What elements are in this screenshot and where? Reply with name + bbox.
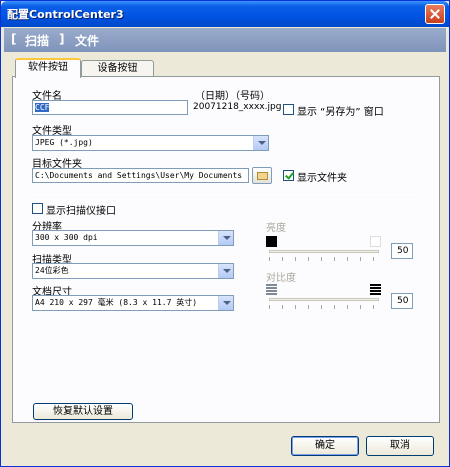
document-size-select[interactable]: A4 210 x 297 毫米 (8.3 x 11.7 英寸): [32, 295, 234, 311]
brightness-value: 50: [397, 246, 409, 256]
banner-bracket-close: ]: [59, 32, 65, 46]
show-save-as-checkbox[interactable]: [283, 104, 294, 115]
scan-type-value: 24位彩色: [35, 266, 69, 275]
tab-device-button[interactable]: 设备按钮: [81, 60, 154, 77]
dark-swatch-icon: [266, 236, 277, 247]
folder-icon: [257, 172, 268, 180]
tab-software-button[interactable]: 软件按钮: [15, 58, 81, 78]
tab-panel: 文件名 CCF （日期）（号码） 20071218_xxxx.jpg 显示 “另…: [12, 76, 440, 423]
chevron-down-icon[interactable]: [218, 296, 233, 310]
show-folder-checkbox[interactable]: [283, 170, 294, 181]
resolution-value: 300 x 300 dpi: [35, 233, 98, 242]
cancel-button[interactable]: 取消: [366, 436, 434, 456]
show-save-as-label[interactable]: 显示 “另存为” 窗口: [297, 103, 384, 118]
browse-folder-button[interactable]: [252, 167, 272, 184]
file-type-select[interactable]: JPEG (*.jpg): [32, 135, 269, 151]
window-title: 配置ControlCenter3: [7, 8, 124, 21]
dest-folder-value: C:\Documents and Settings\User\My Docume…: [35, 171, 243, 180]
document-size-value: A4 210 x 297 毫米 (8.3 x 11.7 英寸): [35, 298, 198, 307]
contrast-ticks: [269, 305, 379, 309]
restore-defaults-button[interactable]: 恢复默认设置: [33, 403, 133, 420]
show-folder-label[interactable]: 显示文件夹: [297, 169, 347, 184]
low-contrast-icon: [266, 284, 277, 295]
contrast-slider[interactable]: [269, 298, 379, 301]
title-bar[interactable]: 配置ControlCenter3: [1, 1, 449, 27]
scan-type-select[interactable]: 24位彩色: [32, 263, 234, 279]
brightness-label: 亮度: [266, 223, 286, 234]
file-name-value: CCF: [35, 103, 50, 112]
contrast-value-box[interactable]: 50: [391, 293, 413, 309]
close-icon[interactable]: [425, 4, 445, 24]
chevron-down-icon[interactable]: [218, 231, 233, 245]
banner-section: 扫描: [25, 34, 50, 48]
dest-folder-input[interactable]: C:\Documents and Settings\User\My Docume…: [32, 168, 249, 183]
section-banner: [ 扫描 ] 文件: [4, 28, 446, 52]
show-scanner-interface-checkbox[interactable]: [32, 203, 43, 214]
file-name-input[interactable]: CCF: [32, 100, 188, 115]
dialog-window: 配置ControlCenter3 [ 扫描 ] 文件 软件按钮 设备按钮 文件名…: [0, 0, 450, 467]
resolution-select[interactable]: 300 x 300 dpi: [32, 230, 234, 246]
high-contrast-icon: [370, 284, 381, 295]
chevron-down-icon[interactable]: [218, 264, 233, 278]
show-scanner-interface-label[interactable]: 显示扫描仪接口: [46, 202, 116, 217]
contrast-label: 对比度: [266, 273, 296, 284]
banner-bracket-open: [: [11, 32, 17, 46]
file-type-value: JPEG (*.jpg): [35, 138, 93, 147]
date-number-label: （日期）（号码）: [195, 91, 270, 102]
brightness-ticks: [269, 257, 379, 261]
divider: [32, 194, 420, 195]
brightness-slider[interactable]: [269, 250, 379, 253]
date-number-value: 20071218_xxxx.jpg: [193, 102, 282, 112]
ok-button[interactable]: 确定: [291, 436, 359, 456]
brightness-value-box[interactable]: 50: [391, 243, 413, 259]
chevron-down-icon[interactable]: [253, 136, 268, 150]
banner-subsection: 文件: [75, 34, 100, 48]
contrast-value: 50: [397, 296, 409, 306]
light-swatch-icon: [370, 236, 381, 247]
